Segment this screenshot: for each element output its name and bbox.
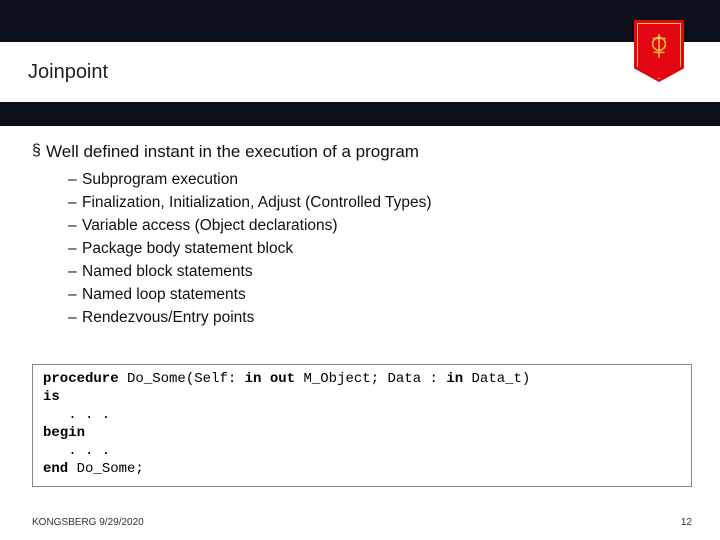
code-text: Do_Some(Self:	[119, 371, 245, 387]
code-kw: in out	[245, 371, 295, 387]
list-item: Package body statement block	[68, 239, 688, 260]
list-item: Subprogram execution	[68, 170, 688, 191]
main-bullet: Well defined instant in the execution of…	[32, 142, 688, 162]
code-text: . . .	[43, 407, 110, 423]
footer: KONGSBERG 9/29/2020 12	[32, 517, 692, 528]
header-under-bar	[0, 102, 720, 126]
list-item: Rendezvous/Entry points	[68, 308, 688, 329]
slide-content: Well defined instant in the execution of…	[32, 142, 688, 330]
code-box: procedure Do_Some(Self: in out M_Object;…	[32, 364, 692, 487]
code-kw: begin	[43, 425, 85, 441]
brand-logo: KONGSBERG	[626, 20, 692, 96]
list-item: Named loop statements	[68, 285, 688, 306]
list-item: Finalization, Initialization, Adjust (Co…	[68, 193, 688, 214]
list-item: Named block statements	[68, 262, 688, 283]
code-kw: in	[446, 371, 463, 387]
code-text: M_Object; Data :	[295, 371, 446, 387]
title-bar: Joinpoint	[0, 42, 720, 102]
page-title: Joinpoint	[0, 61, 108, 84]
code-kw: end	[43, 461, 68, 477]
crest-icon	[646, 31, 672, 61]
slide-number: 12	[681, 517, 692, 528]
code-kw: procedure	[43, 371, 119, 387]
code-kw: is	[43, 389, 60, 405]
footer-left: KONGSBERG 9/29/2020	[32, 517, 144, 528]
brand-word: KONGSBERG	[626, 86, 692, 96]
code-text: . . .	[43, 443, 110, 459]
list-item: Variable access (Object declarations)	[68, 216, 688, 237]
code-text: Do_Some;	[68, 461, 144, 477]
header-top-bar	[0, 0, 720, 42]
code-text: Data_t)	[463, 371, 530, 387]
shield-icon	[634, 20, 684, 82]
sub-bullet-list: Subprogram execution Finalization, Initi…	[32, 170, 688, 328]
